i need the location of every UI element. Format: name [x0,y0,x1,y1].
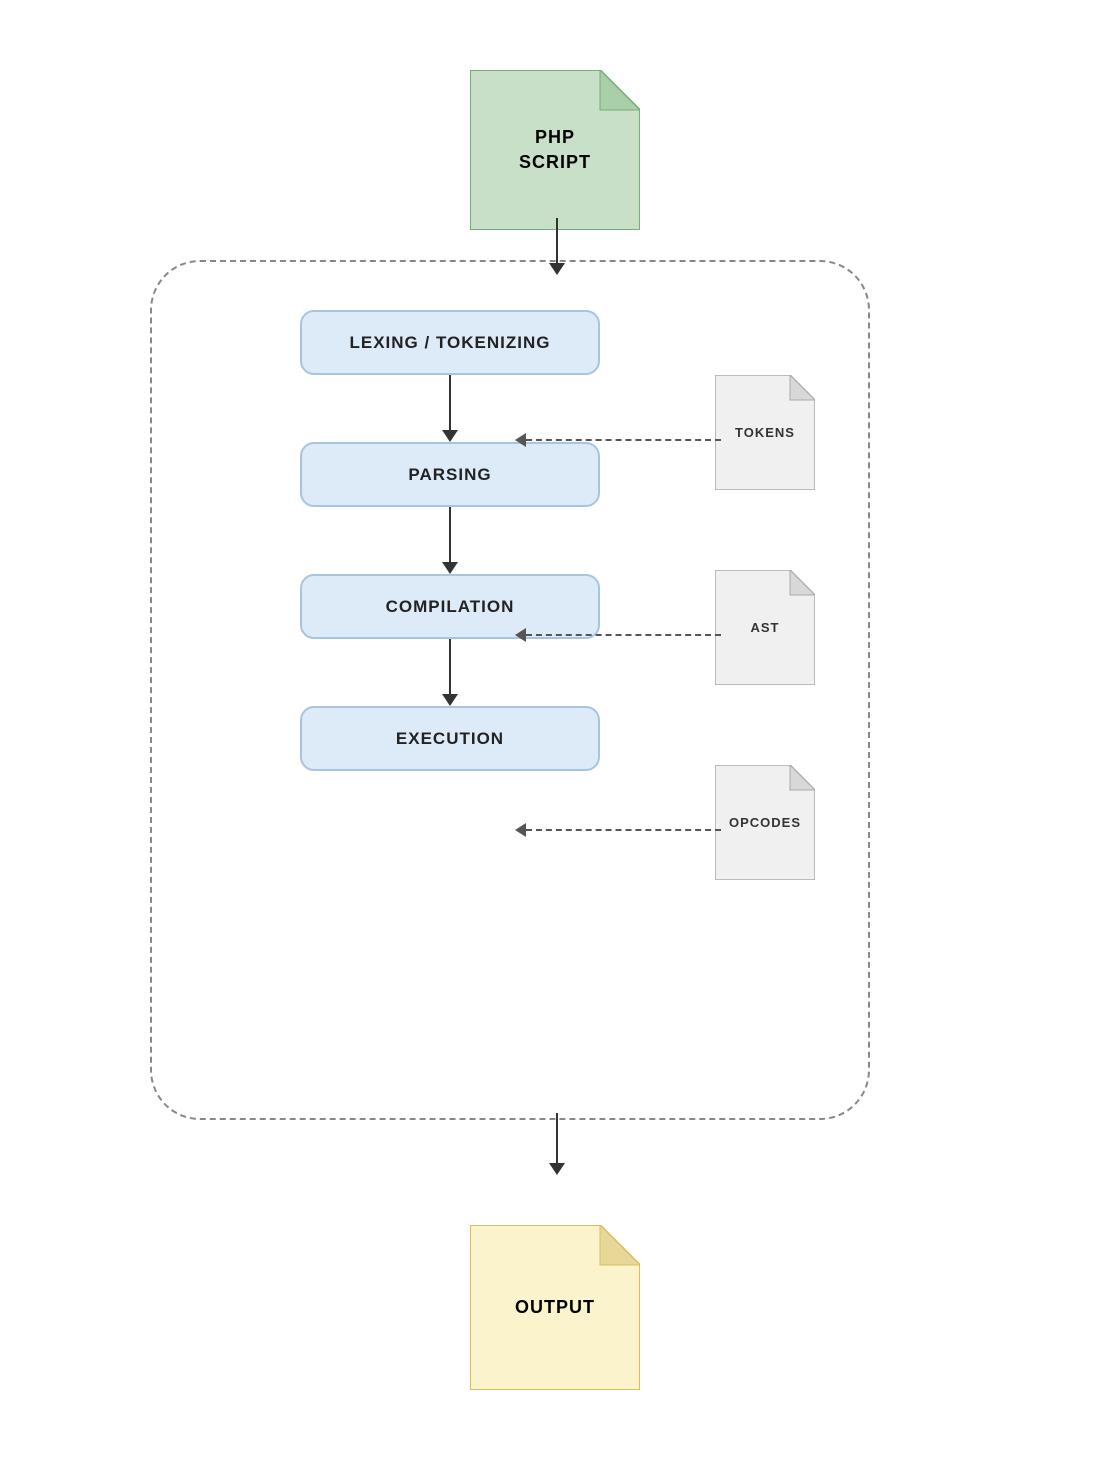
arrow-opcodes-to-compilation [515,823,721,837]
parsing-box: PARSING [300,442,600,507]
arrow-execution-to-output [549,1113,565,1175]
php-script-label: PHP SCRIPT [519,125,591,175]
arrow-lexing-parsing [300,375,600,442]
output-label: OUTPUT [515,1295,595,1320]
lexing-box: LEXING / TOKENIZING [300,310,600,375]
arrow-parsing-compilation [300,507,600,574]
arrow-tokens-to-lexing [515,433,721,447]
php-script-shape: PHP SCRIPT [470,70,640,230]
diagram-container: PHP SCRIPT LEXING / TOKENIZING PARSING [100,40,1000,1420]
arrow-ast-to-parsing [515,628,721,642]
ast-file: AST [715,570,815,685]
execution-box: EXECUTION [300,706,600,771]
tokens-file: TOKENS [715,375,815,490]
arrow-compilation-execution [300,639,600,706]
output-shape: OUTPUT [470,1225,640,1390]
opcodes-file: OPCODES [715,765,815,880]
flow-column: LEXING / TOKENIZING PARSING COMPILATION … [300,310,600,771]
